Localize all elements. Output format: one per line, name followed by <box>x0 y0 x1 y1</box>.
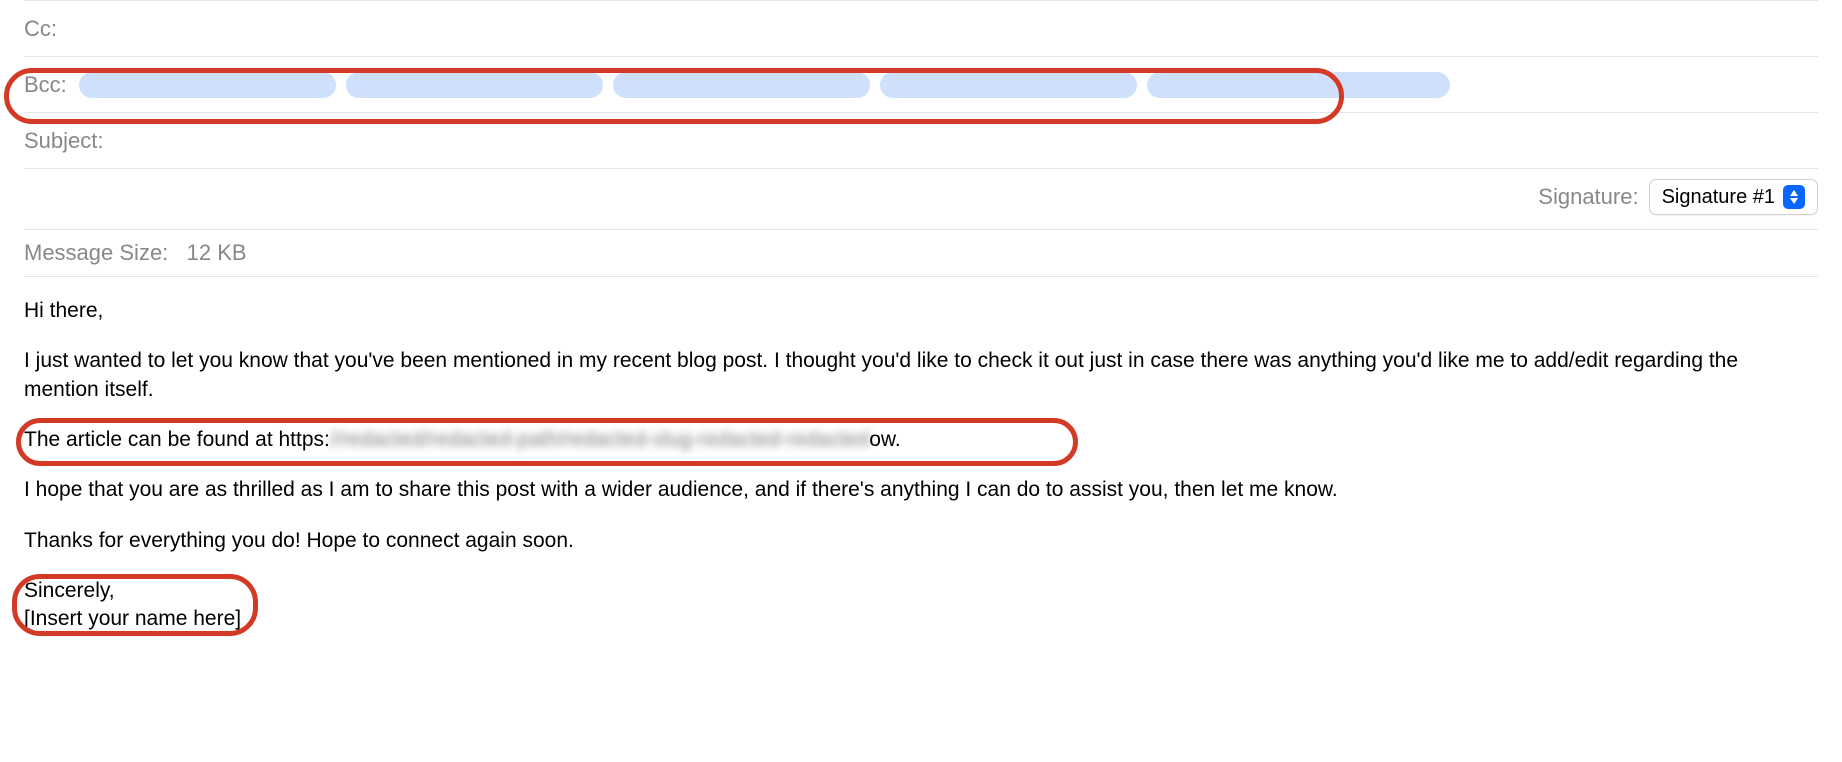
article-suffix: ow. <box>869 428 901 451</box>
cc-label: Cc: <box>24 16 57 42</box>
bcc-row[interactable]: Bcc: info@redacted-a.example info@redact… <box>24 56 1818 112</box>
signature-select[interactable]: Signature #1 <box>1649 179 1818 215</box>
closing-line: Sincerely, <box>24 577 1818 605</box>
greeting: Hi there, <box>24 297 1818 325</box>
bcc-chip[interactable]: info@redacted-b.example <box>346 72 603 98</box>
bcc-chip[interactable]: info@redacted-d.example <box>880 72 1137 98</box>
article-line: The article can be found at https://reda… <box>24 426 1818 454</box>
email-body[interactable]: Hi there, I just wanted to let you know … <box>24 277 1818 674</box>
bcc-chip[interactable]: info@redacted-c.example <box>613 72 869 98</box>
cc-row[interactable]: Cc: <box>24 0 1818 56</box>
updown-icon <box>1783 185 1805 209</box>
bcc-chips: info@redacted-a.example info@redacted-b.… <box>79 72 1450 98</box>
message-size-row: Message Size: 12 KB <box>24 229 1818 277</box>
message-size-label: Message Size: <box>24 240 168 265</box>
subject-label: Subject: <box>24 128 104 154</box>
message-size-value: 12 KB <box>187 240 247 265</box>
body-para: Thanks for everything you do! Hope to co… <box>24 527 1818 555</box>
name-placeholder: [Insert your name here] <box>24 605 1818 633</box>
body-para: I just wanted to let you know that you'v… <box>24 347 1818 404</box>
body-para: I hope that you are as thrilled as I am … <box>24 476 1818 504</box>
bcc-chip[interactable]: info@redacted-a.example <box>79 72 336 98</box>
bcc-label: Bcc: <box>24 72 67 98</box>
article-url-redacted: //redacted/redacted-path/redacted-slug-r… <box>330 428 869 451</box>
signature-row: Signature: Signature #1 <box>24 168 1818 229</box>
signature-selected: Signature #1 <box>1662 186 1775 209</box>
signature-label: Signature: <box>1538 184 1638 210</box>
subject-row[interactable]: Subject: <box>24 112 1818 168</box>
bcc-chip[interactable]: redacted@redacted-e.example <box>1147 72 1450 98</box>
article-prefix: The article can be found at https: <box>24 428 330 451</box>
